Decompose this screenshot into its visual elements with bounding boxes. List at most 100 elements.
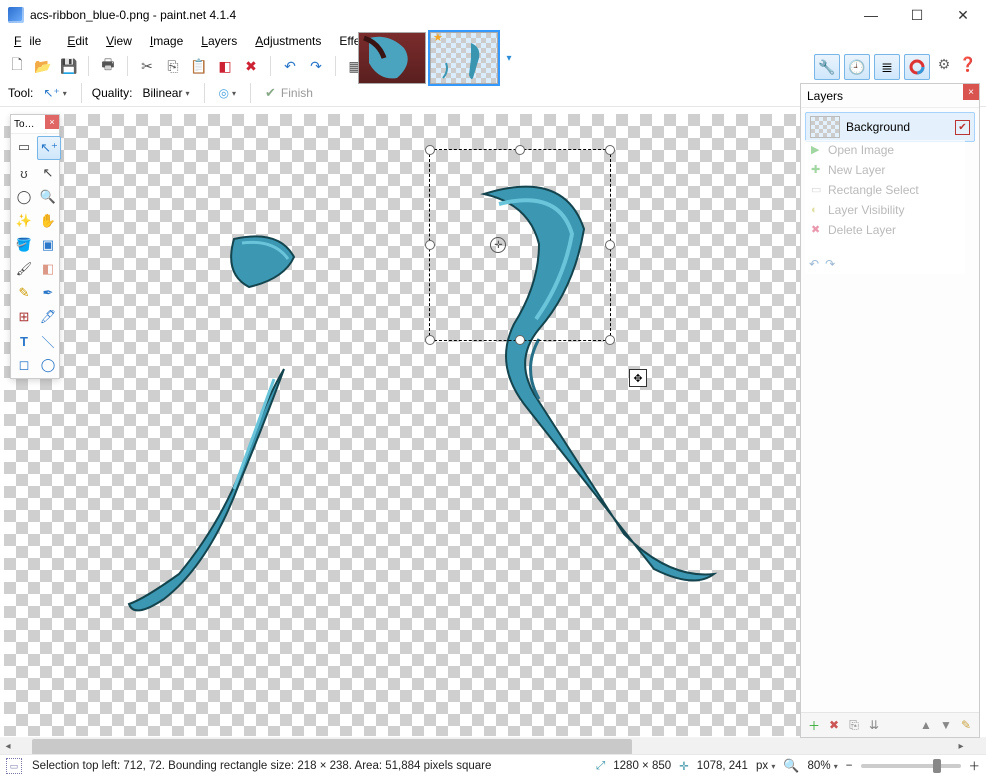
move-layer-down-button[interactable]: ▼ xyxy=(937,716,955,734)
menu-file[interactable]: File xyxy=(6,32,57,50)
tools-palette-close[interactable]: × xyxy=(45,115,59,129)
menu-image[interactable]: Image xyxy=(142,32,191,50)
tool-picker[interactable]: ↖⁺ ▾ xyxy=(39,85,70,101)
new-layer-icon: ✚ xyxy=(811,160,823,180)
resize-handle-w[interactable] xyxy=(425,240,435,250)
history-undo-icon[interactable]: ↶ xyxy=(809,254,819,274)
colors-window-toggle[interactable] xyxy=(904,54,930,80)
menu-edit[interactable]: Edit xyxy=(59,32,96,50)
resize-handle-s[interactable] xyxy=(515,335,525,345)
undo-button[interactable]: ↶ xyxy=(279,55,301,77)
chevron-down-icon: ▾ xyxy=(63,89,67,98)
menu-adjustments[interactable]: Adjustments xyxy=(247,32,329,50)
quality-picker[interactable]: Bilinear ▾ xyxy=(138,85,193,101)
tool-text[interactable]: T xyxy=(13,330,35,352)
resize-handle-sw[interactable] xyxy=(425,335,435,345)
tool-line[interactable]: ＼ xyxy=(37,330,59,352)
layer-name: Background xyxy=(846,120,910,134)
cut-button[interactable]: ✂ xyxy=(136,55,158,77)
tool-move-selection[interactable]: ↖⁺ xyxy=(37,136,61,160)
tool-shapes[interactable]: ◻ xyxy=(13,354,35,376)
delete-layer-button[interactable]: ✖ xyxy=(825,716,843,734)
app-icon xyxy=(8,7,24,23)
document-thumb-2[interactable]: ★ xyxy=(430,32,498,84)
zoom-out-button[interactable]: 🔍 xyxy=(783,758,799,774)
tool-clone-stamp[interactable]: ⊞ xyxy=(13,306,35,328)
new-button[interactable]: 🗋 xyxy=(6,55,28,77)
tool-magic-wand[interactable]: ✨ xyxy=(13,210,35,232)
tools-palette-title[interactable]: To… × xyxy=(11,115,59,134)
zoom-slider[interactable] xyxy=(861,764,961,768)
zoom-minus-button[interactable]: − xyxy=(846,760,853,772)
document-list-dropdown[interactable]: ▾ xyxy=(502,32,516,84)
layer-properties-button[interactable]: ✎ xyxy=(957,716,975,734)
tool-shapes-alt[interactable]: ◯ xyxy=(37,354,59,376)
scroll-left-button[interactable]: ◂ xyxy=(0,739,16,755)
selection-center-icon[interactable]: ✛ xyxy=(490,237,506,253)
tool-pan[interactable]: ✋ xyxy=(37,210,59,232)
minimize-button[interactable]: — xyxy=(848,0,894,30)
image-size-text: 1280 × 850 xyxy=(613,760,671,772)
window-title: acs-ribbon_blue-0.png - paint.net 4.1.4 xyxy=(30,8,236,22)
resize-handle-n[interactable] xyxy=(515,145,525,155)
document-thumb-1[interactable] xyxy=(358,32,426,84)
settings-button[interactable]: ⚙ xyxy=(934,54,954,74)
scroll-thumb[interactable] xyxy=(32,739,632,755)
close-button[interactable]: ✕ xyxy=(940,0,986,30)
sampling-picker[interactable]: ◎ ▾ xyxy=(215,85,241,101)
selection-marquee[interactable]: ✛ xyxy=(429,149,611,341)
tools-window-toggle[interactable]: 🔧 xyxy=(814,54,840,80)
print-button[interactable]: 🖶 xyxy=(97,55,119,77)
tools-palette[interactable]: To… × ▭ ↖⁺ ʊ ↖ ◯ 🔍 ✨ ✋ 🪣 ▣ 🖌 ◧ ✎ ✒ ⊞ 🖊 T… xyxy=(10,114,60,379)
units-picker[interactable]: px ▾ xyxy=(756,760,775,772)
tool-paint-bucket[interactable]: 🪣 xyxy=(13,234,35,256)
redo-button[interactable]: ↷ xyxy=(305,55,327,77)
move-layer-up-button[interactable]: ▲ xyxy=(917,716,935,734)
duplicate-layer-button[interactable]: ⎘ xyxy=(845,716,863,734)
tool-zoom[interactable]: 🔍 xyxy=(37,186,59,208)
add-layer-button[interactable]: ＋ xyxy=(805,716,823,734)
title-bar: acs-ribbon_blue-0.png - paint.net 4.1.4 … xyxy=(0,0,986,30)
save-button[interactable]: 💾 xyxy=(58,55,80,77)
copy-button[interactable]: ⎘ xyxy=(162,55,184,77)
resize-handle-nw[interactable] xyxy=(425,145,435,155)
maximize-button[interactable]: ☐ xyxy=(894,0,940,30)
layer-visibility-checkbox[interactable]: ✔ xyxy=(955,120,970,135)
zoom-slider-knob[interactable] xyxy=(933,759,941,773)
zoom-value[interactable]: 80% ▾ xyxy=(808,760,838,772)
tool-ellipse-select[interactable]: ◯ xyxy=(13,186,35,208)
menu-view[interactable]: View xyxy=(98,32,140,50)
help-button[interactable]: ❓ xyxy=(958,54,978,74)
resize-handle-e[interactable] xyxy=(605,240,615,250)
deselect-button[interactable]: ✖ xyxy=(240,55,262,77)
menu-layers[interactable]: Layers xyxy=(193,32,245,50)
rectangle-select-icon: ▭ xyxy=(811,180,823,200)
merge-layer-button[interactable]: ⇊ xyxy=(865,716,883,734)
horizontal-scrollbar[interactable]: ◂ ▸ xyxy=(0,738,969,755)
tool-paintbrush[interactable]: 🖌 xyxy=(13,258,35,280)
tool-rectangle-select[interactable]: ▭ xyxy=(13,136,35,158)
tool-move-selected-pixels[interactable]: ↖ xyxy=(37,162,59,184)
tool-gradient[interactable]: ▣ xyxy=(37,234,59,256)
scroll-right-button[interactable]: ▸ xyxy=(953,739,969,755)
layer-row[interactable]: Background ✔ xyxy=(805,112,975,142)
history-window-toggle[interactable]: 🕘 xyxy=(844,54,870,80)
zoom-plus-button[interactable]: ＋ xyxy=(969,758,981,774)
crop-button[interactable]: ◧ xyxy=(214,55,236,77)
resize-handle-ne[interactable] xyxy=(605,145,615,155)
tool-eraser[interactable]: ◧ xyxy=(37,258,59,280)
finish-button[interactable]: ✔ Finish xyxy=(261,84,317,102)
history-redo-icon[interactable]: ↷ xyxy=(825,254,835,274)
tool-pencil[interactable]: ✎ xyxy=(13,282,35,304)
layers-window-toggle[interactable]: ≣ xyxy=(874,54,900,80)
tool-color-picker[interactable]: ✒ xyxy=(37,282,59,304)
resize-handle-se[interactable] xyxy=(605,335,615,345)
layers-panel[interactable]: Layers × Background ✔ ▶Open Image ✚New L… xyxy=(800,83,980,738)
tool-recolor[interactable]: 🖊 xyxy=(37,306,59,328)
layers-panel-close[interactable]: × xyxy=(963,84,979,100)
tool-lasso[interactable]: ʊ xyxy=(13,162,35,184)
paste-button[interactable]: 📋 xyxy=(188,55,210,77)
open-button[interactable]: 📂 xyxy=(32,55,54,77)
layers-panel-title[interactable]: Layers × xyxy=(801,84,979,108)
chevron-down-icon: ▾ xyxy=(232,89,236,98)
